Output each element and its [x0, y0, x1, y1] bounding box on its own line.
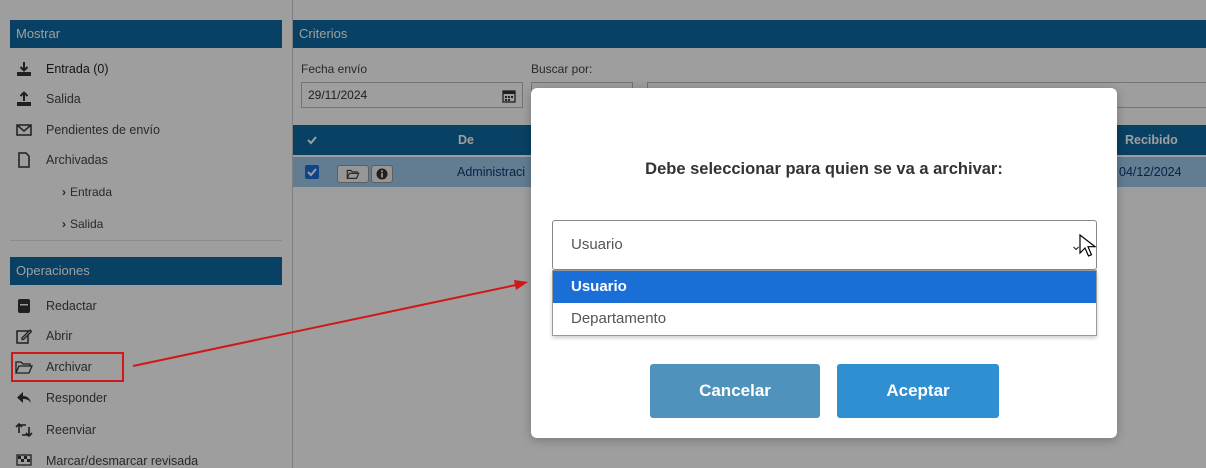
- dialog-title: Debe seleccionar para quien se va a arch…: [645, 160, 1003, 178]
- cancel-button[interactable]: Cancelar: [650, 364, 820, 418]
- select-value: Usuario: [571, 236, 623, 253]
- accept-button[interactable]: Aceptar: [837, 364, 999, 418]
- option-usuario[interactable]: Usuario: [553, 271, 1096, 303]
- select-options: Usuario Departamento: [552, 270, 1097, 336]
- option-departamento[interactable]: Departamento: [553, 303, 1096, 335]
- page: Mostrar Entrada (0) Salida Pendientes de…: [0, 0, 1206, 468]
- mouse-cursor-icon: [1079, 234, 1097, 257]
- archive-dialog: Debe seleccionar para quien se va a arch…: [531, 88, 1117, 438]
- archive-target-select[interactable]: Usuario ⌄: [552, 220, 1097, 270]
- annotation-highlight: [11, 352, 124, 382]
